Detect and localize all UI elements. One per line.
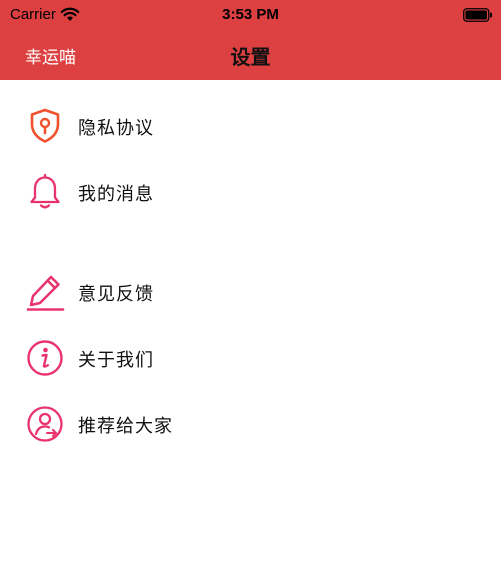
menu-item-label: 我的消息	[78, 184, 154, 205]
menu-item-privacy[interactable]: 隐私协议	[0, 98, 501, 154]
menu-item-feedback[interactable]: 意见反馈	[0, 264, 501, 320]
menu-item-messages[interactable]: 我的消息	[0, 164, 501, 220]
bell-icon	[30, 173, 60, 209]
status-time: 3:53 PM	[222, 6, 279, 23]
status-bar: Carrier 3:53 PM	[0, 0, 501, 32]
page-title: 设置	[230, 45, 271, 69]
nav-bar: 幸运喵 设置	[0, 32, 501, 80]
shield-lock-icon	[30, 108, 60, 143]
pen-edit-icon	[26, 275, 65, 311]
menu-item-label: 关于我们	[78, 350, 154, 371]
info-icon	[27, 340, 63, 376]
menu-item-label: 意见反馈	[78, 284, 154, 305]
menu-item-recommend[interactable]: 推荐给大家	[0, 396, 501, 452]
battery-icon	[463, 8, 492, 22]
user-share-icon	[27, 406, 63, 442]
menu-item-label: 推荐给大家	[78, 416, 173, 437]
header: Carrier 3:53 PM 幸运喵 设置	[0, 0, 501, 80]
settings-screen: Carrier 3:53 PM 幸运喵 设置 隐私协议 我的消息 意见反馈 关于…	[0, 0, 501, 565]
menu-item-about[interactable]: 关于我们	[0, 330, 501, 386]
menu-item-label: 隐私协议	[78, 118, 154, 139]
